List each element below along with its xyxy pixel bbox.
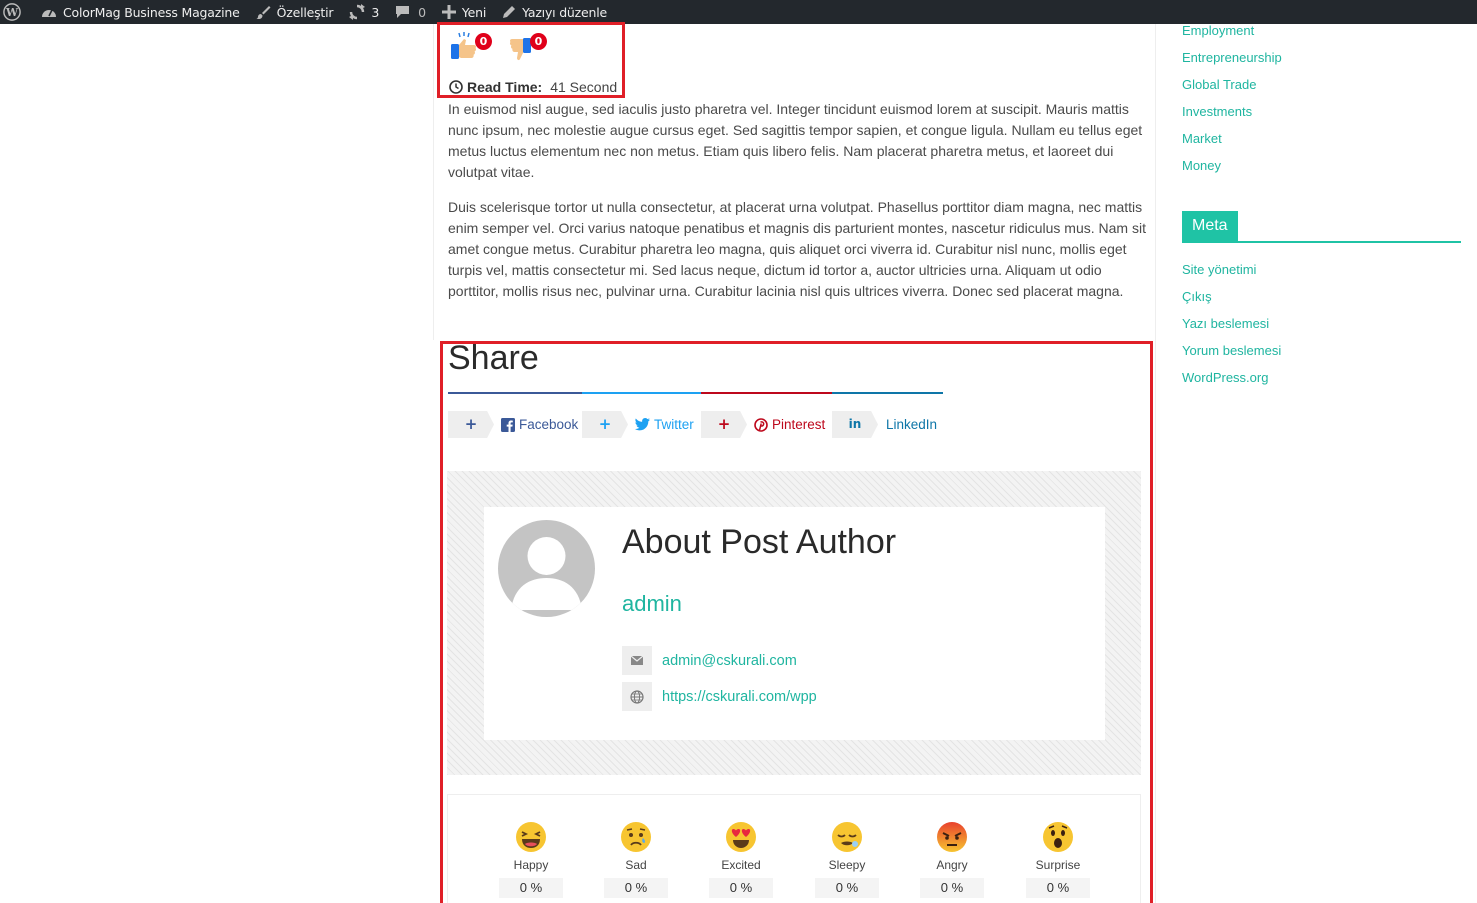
meta-link-wordpress-org[interactable]: WordPress.org	[1182, 368, 1281, 395]
comments-count: 0	[418, 4, 426, 20]
sidebar-category-entrepreneurship[interactable]: Entrepreneurship	[1182, 48, 1282, 75]
meta-link-site-admin[interactable]: Site yönetimi	[1182, 260, 1281, 287]
site-name: ColorMag Business Magazine	[63, 4, 240, 20]
wordpress-icon: W	[3, 3, 21, 21]
post-paragraph: In euismod nisl augue, sed iaculis justo…	[448, 101, 1143, 180]
dashboard-gauge-icon	[42, 9, 56, 17]
updates-refresh-icon	[349, 4, 366, 20]
sidebar-border	[1155, 24, 1156, 903]
comment-bubble-icon	[396, 6, 410, 18]
customize-menu[interactable]: Özelleştir	[248, 0, 342, 24]
highlight-box-share-author	[440, 341, 1153, 903]
sidebar-category-global-trade[interactable]: Global Trade	[1182, 75, 1282, 102]
new-content-menu[interactable]: Yeni	[434, 0, 494, 24]
sidebar-categories: Employment Entrepreneurship Global Trade…	[1182, 21, 1282, 183]
post-paragraph: Duis scelerisque tortor ut nulla consect…	[448, 199, 1146, 299]
sidebar-category-employment[interactable]: Employment	[1182, 21, 1282, 48]
customize-label: Özelleştir	[276, 4, 334, 20]
meta-widget-underline	[1182, 241, 1461, 243]
sidebar-category-market[interactable]: Market	[1182, 129, 1282, 156]
sidebar-category-money[interactable]: Money	[1182, 156, 1282, 183]
meta-link-comments-feed[interactable]: Yorum beslemesi	[1182, 341, 1281, 368]
comments-menu[interactable]: 0	[387, 0, 434, 24]
edit-post-menu[interactable]: Yazıyı düzenle	[494, 0, 615, 24]
updates-count: 3	[371, 4, 380, 20]
pencil-icon	[503, 6, 516, 18]
edit-post-label: Yazıyı düzenle	[522, 4, 607, 20]
sidebar-meta-links: Site yönetimi Çıkış Yazı beslemesi Yorum…	[1182, 260, 1281, 395]
new-label: Yeni	[461, 4, 487, 20]
meta-link-logout[interactable]: Çıkış	[1182, 287, 1281, 314]
svg-text:W: W	[5, 6, 19, 19]
sidebar-category-investments[interactable]: Investments	[1182, 102, 1282, 129]
highlight-box-likes	[437, 22, 625, 98]
updates-menu[interactable]: 3	[341, 0, 387, 24]
wordpress-logo-menu[interactable]: W	[0, 0, 33, 24]
meta-widget-title: Meta	[1182, 211, 1238, 241]
content-border	[433, 24, 434, 340]
meta-link-entries-feed[interactable]: Yazı beslemesi	[1182, 314, 1281, 341]
site-name-menu[interactable]: ColorMag Business Magazine	[33, 0, 248, 24]
paintbrush-icon	[256, 5, 271, 19]
plus-icon	[441, 5, 456, 19]
